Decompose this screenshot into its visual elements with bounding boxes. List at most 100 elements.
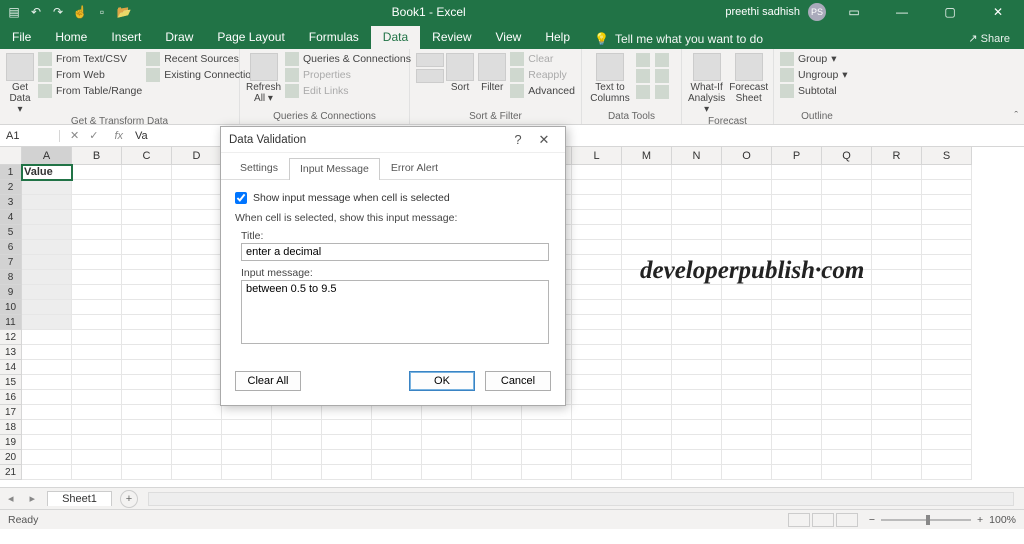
cell[interactable] [22, 195, 72, 210]
cell[interactable] [922, 375, 972, 390]
cell[interactable] [722, 375, 772, 390]
horizontal-scrollbar[interactable] [148, 492, 1014, 506]
cell[interactable] [572, 255, 622, 270]
cell[interactable] [572, 345, 622, 360]
cell[interactable] [672, 270, 722, 285]
cell[interactable] [772, 360, 822, 375]
cell[interactable] [772, 345, 822, 360]
cell[interactable] [222, 420, 272, 435]
select-all-corner[interactable] [0, 147, 22, 165]
cell[interactable] [22, 345, 72, 360]
cell[interactable] [172, 390, 222, 405]
cell[interactable] [22, 360, 72, 375]
filter-button[interactable]: Filter [478, 51, 506, 93]
cell[interactable] [672, 375, 722, 390]
cell[interactable] [572, 390, 622, 405]
cell[interactable] [722, 210, 772, 225]
cell[interactable] [872, 345, 922, 360]
cell[interactable] [572, 405, 622, 420]
cell[interactable] [622, 315, 672, 330]
cell[interactable] [172, 255, 222, 270]
cell[interactable] [722, 270, 772, 285]
column-header[interactable]: C [122, 147, 172, 165]
cell[interactable] [672, 285, 722, 300]
cell[interactable] [572, 195, 622, 210]
cell[interactable] [22, 435, 72, 450]
share-button[interactable]: ↗ Share [954, 28, 1024, 49]
cell[interactable] [722, 285, 772, 300]
cell[interactable] [772, 375, 822, 390]
cell[interactable] [822, 240, 872, 255]
forecast-sheet-button[interactable]: Forecast Sheet [729, 51, 768, 104]
queries-connections[interactable]: Queries & Connections [285, 51, 411, 67]
cell[interactable] [872, 270, 922, 285]
consolidate-icon[interactable] [655, 53, 669, 67]
cell[interactable] [572, 375, 622, 390]
row-header[interactable]: 19 [0, 435, 22, 450]
account-area[interactable]: preethi sadhish PS ▭ — ▢ ✕ [719, 3, 1024, 21]
cell[interactable] [72, 225, 122, 240]
ungroup-button[interactable]: Ungroup ▾ [780, 67, 848, 83]
cell[interactable] [822, 465, 872, 480]
cell[interactable] [772, 450, 822, 465]
cell[interactable] [372, 435, 422, 450]
cell[interactable] [372, 405, 422, 420]
tab-draw[interactable]: Draw [153, 26, 205, 49]
tab-input-message[interactable]: Input Message [289, 158, 380, 180]
refresh-all-button[interactable]: Refresh All ▾ [246, 51, 281, 104]
cell[interactable] [422, 420, 472, 435]
cell[interactable] [572, 240, 622, 255]
cell[interactable] [322, 435, 372, 450]
sheet-nav-prev[interactable]: ◂ [0, 492, 22, 505]
cell[interactable] [872, 330, 922, 345]
tab-home[interactable]: Home [43, 26, 99, 49]
cell[interactable] [672, 450, 722, 465]
cell[interactable] [172, 315, 222, 330]
cell[interactable] [622, 210, 672, 225]
cell[interactable] [122, 330, 172, 345]
cell[interactable] [922, 225, 972, 240]
cell[interactable] [572, 300, 622, 315]
dialog-help-icon[interactable]: ? [505, 132, 531, 147]
cell[interactable] [22, 210, 72, 225]
row-header[interactable]: 18 [0, 420, 22, 435]
cell[interactable] [222, 465, 272, 480]
cell[interactable] [22, 300, 72, 315]
cell[interactable] [822, 435, 872, 450]
cell[interactable] [372, 450, 422, 465]
cell[interactable] [22, 420, 72, 435]
row-header[interactable]: 20 [0, 450, 22, 465]
cell[interactable] [622, 345, 672, 360]
cell[interactable] [122, 285, 172, 300]
cell[interactable] [772, 330, 822, 345]
relationships-icon[interactable] [655, 69, 669, 83]
cell[interactable] [672, 330, 722, 345]
row-header[interactable]: 10 [0, 300, 22, 315]
cell[interactable] [22, 315, 72, 330]
cell[interactable] [522, 420, 572, 435]
cell[interactable] [822, 180, 872, 195]
cell[interactable] [622, 225, 672, 240]
cell[interactable] [22, 225, 72, 240]
cell[interactable] [122, 315, 172, 330]
cell[interactable] [122, 300, 172, 315]
cell[interactable] [772, 165, 822, 180]
cell[interactable] [72, 240, 122, 255]
cell[interactable] [172, 405, 222, 420]
cell[interactable] [772, 180, 822, 195]
from-web[interactable]: From Web [38, 67, 142, 83]
row-header[interactable]: 9 [0, 285, 22, 300]
cell[interactable] [472, 405, 522, 420]
cell[interactable] [772, 465, 822, 480]
cell[interactable] [572, 225, 622, 240]
cell[interactable] [572, 165, 622, 180]
cell[interactable] [822, 195, 872, 210]
cell[interactable] [172, 330, 222, 345]
text-to-columns-button[interactable]: Text to Columns [588, 51, 632, 104]
cell[interactable] [122, 390, 172, 405]
cell[interactable] [122, 345, 172, 360]
zoom-control[interactable]: − + 100% [869, 514, 1016, 526]
cell[interactable] [122, 255, 172, 270]
clear-all-button[interactable]: Clear All [235, 371, 301, 391]
from-text-csv[interactable]: From Text/CSV [38, 51, 142, 67]
